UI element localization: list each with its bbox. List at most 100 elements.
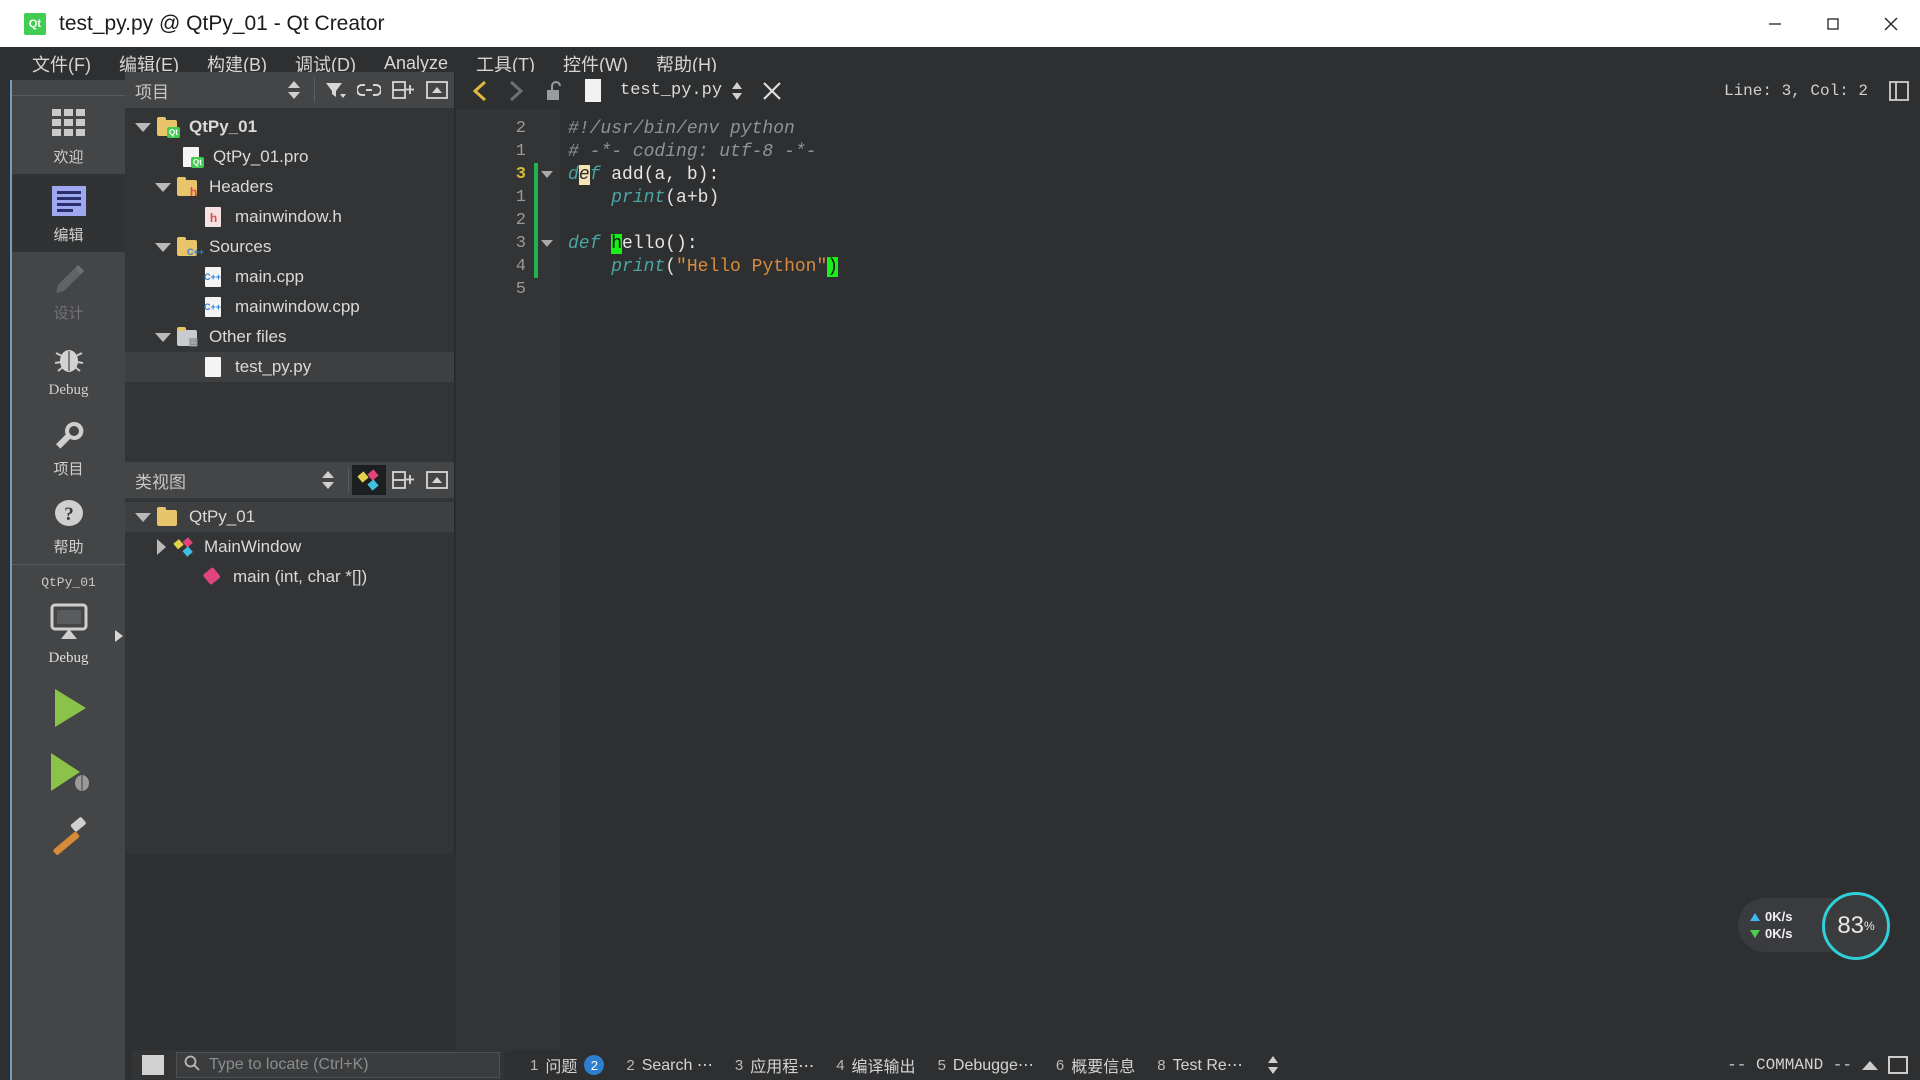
lines-icon (51, 182, 86, 220)
kit-selector[interactable]: Debug (12, 590, 125, 678)
chevron-right-icon[interactable] (157, 539, 166, 555)
maximize-button[interactable] (1804, 0, 1862, 47)
tree-item-headers[interactable]: h Headers (125, 172, 454, 202)
output-pane-compile[interactable]: 4 编译输出 (826, 1050, 925, 1080)
mode-debug[interactable]: Debug (12, 330, 125, 408)
wrench-icon (52, 416, 86, 454)
editor-filename[interactable]: test_py.py (620, 81, 722, 100)
close-button[interactable] (1862, 0, 1920, 47)
chevron-down-icon[interactable] (155, 242, 171, 252)
cpu-usage-widget[interactable]: 83% (1822, 892, 1890, 960)
kit-expand-arrow-icon[interactable] (115, 630, 123, 642)
tree-item-qtpy01[interactable]: Qt QtPy_01 (125, 112, 454, 142)
minimize-button[interactable] (1746, 0, 1804, 47)
caret-up-icon[interactable] (1862, 1060, 1878, 1070)
output-pane-general[interactable]: 6 概要信息 (1046, 1050, 1145, 1080)
pencil-icon (52, 260, 86, 298)
qt-diamond-icon[interactable] (352, 465, 386, 495)
class-view-header: 类视图 (125, 462, 454, 498)
split-editor-icon[interactable] (1886, 80, 1912, 102)
cpu-usage-value: 83 (1837, 912, 1865, 939)
line-number: 5 (515, 280, 526, 299)
document-icon (580, 74, 606, 108)
unlocked-icon[interactable] (538, 74, 572, 108)
chevron-down-icon[interactable] (135, 122, 151, 132)
filter-icon[interactable] (318, 75, 352, 105)
mode-projects[interactable]: 项目 (12, 408, 125, 486)
run-button[interactable] (12, 678, 125, 742)
cpu-usage-unit: % (1864, 919, 1875, 933)
tree-item-other-files[interactable]: ▤ Other files (125, 322, 454, 352)
mode-design[interactable]: 设计 (12, 252, 125, 330)
chevron-down-icon[interactable] (155, 182, 171, 192)
output-pane-issues[interactable]: 1 问题 2 (520, 1050, 614, 1080)
fold-and-change-column[interactable] (534, 109, 560, 1052)
title-bar: Qt test_py.py @ QtPy_01 - Qt Creator (0, 0, 1920, 47)
chevron-down-icon[interactable] (155, 332, 171, 342)
code-token: # -*- coding: utf-8 -*- (568, 141, 817, 162)
class-item-qtpy01[interactable]: QtPy_01 (125, 502, 454, 532)
chevron-right-icon[interactable] (498, 74, 532, 108)
class-item-mainwindow[interactable]: MainWindow (125, 532, 454, 562)
mode-welcome[interactable]: 欢迎 (12, 96, 125, 174)
class-item-main-func[interactable]: main (int, char *[]) (125, 562, 454, 592)
line-number: 1 (515, 142, 526, 161)
chevron-down-icon[interactable] (135, 512, 151, 522)
qt-folder-icon: Qt (157, 116, 180, 138)
close-document-button[interactable] (752, 80, 792, 102)
document-selector[interactable] (722, 81, 752, 101)
cpp-file-icon: C++ (203, 296, 225, 318)
code-token: add(a, b): (611, 164, 720, 185)
close-pane-icon[interactable] (420, 75, 454, 105)
split-add-icon[interactable] (386, 75, 420, 105)
code-text-area[interactable]: #!/usr/bin/env python # -*- coding: utf-… (560, 109, 1920, 1052)
mode-help[interactable]: ? 帮助 (12, 486, 125, 564)
menu-file[interactable]: 文件(F) (18, 51, 105, 77)
debug-button[interactable] (12, 742, 125, 806)
tree-item-mainwindow-h[interactable]: h mainwindow.h (125, 202, 454, 232)
close-pane-icon[interactable] (420, 465, 454, 495)
monitor-icon (47, 602, 91, 647)
projects-panel-title: 项目 (135, 82, 169, 102)
class-tree[interactable]: QtPy_01 MainWindow main (int, char *[]) (125, 498, 454, 592)
net-download-row: 0K/s (1750, 926, 1792, 941)
fold-marker-icon[interactable] (541, 171, 553, 178)
divider (348, 468, 349, 492)
link-icon[interactable] (352, 75, 386, 105)
code-token: ello(): (622, 233, 698, 254)
menu-analyze[interactable]: Analyze (370, 53, 462, 74)
locator-menu-icon[interactable] (142, 1055, 164, 1075)
pane-selector[interactable] (1255, 1050, 1291, 1080)
output-pane-application[interactable]: 3 应用程⋯ (725, 1050, 824, 1080)
hammer-icon (45, 814, 93, 863)
net-download-value: 0K/s (1765, 926, 1793, 941)
green-play-bug-icon (44, 749, 94, 800)
locator-input[interactable]: Type to locate (Ctrl+K) (176, 1052, 500, 1078)
output-pane-debugger[interactable]: 5 Debugge⋯ (928, 1050, 1044, 1080)
line-number: 1 (515, 188, 526, 207)
py-file-icon (203, 356, 225, 378)
class-item-label: main (int, char *[]) (233, 567, 368, 586)
tree-item-test-py[interactable]: test_py.py (125, 352, 454, 382)
sort-selector[interactable] (311, 465, 345, 495)
maximize-pane-icon[interactable] (1888, 1056, 1908, 1074)
output-pane-search[interactable]: 2 Search ⋯ (616, 1050, 722, 1080)
code-editor[interactable]: 2 1 3 1 2 3 4 5 #!/usr/bin/env python # … (456, 109, 1920, 1052)
class-view-title: 类视图 (135, 472, 186, 492)
build-button[interactable] (12, 806, 125, 870)
project-tree[interactable]: Qt QtPy_01 Qt QtPy_01.pro h Headers h ma… (125, 108, 454, 382)
fold-marker-icon[interactable] (541, 240, 553, 247)
mode-edit[interactable]: 编辑 (12, 174, 125, 252)
split-add-icon[interactable] (386, 465, 420, 495)
output-pane-test-results[interactable]: 8 Test Re⋯ (1147, 1050, 1253, 1080)
tree-item-qtpy01-pro[interactable]: Qt QtPy_01.pro (125, 142, 454, 172)
mode-label: 帮助 (53, 539, 84, 556)
code-token: print (611, 256, 666, 277)
chevron-left-icon[interactable] (464, 74, 498, 108)
tree-item-main-cpp[interactable]: C++ main.cpp (125, 262, 454, 292)
sort-selector[interactable] (277, 75, 311, 105)
tree-item-mainwindow-cpp[interactable]: C++ mainwindow.cpp (125, 292, 454, 322)
tree-item-sources[interactable]: C++ Sources (125, 232, 454, 262)
